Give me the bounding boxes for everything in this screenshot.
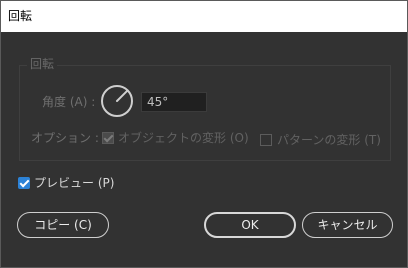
transform-objects-checkbox (102, 132, 114, 144)
window-title: 回転 (8, 9, 33, 23)
angle-input[interactable] (141, 92, 207, 112)
rotate-group-title: 回転 (27, 56, 58, 72)
cancel-button[interactable]: キャンセル (302, 212, 393, 238)
ok-button[interactable]: OK (204, 212, 296, 238)
transform-objects-label: オブジェクトの変形 (O) (118, 131, 249, 145)
angle-label: 角度 (A) : (42, 95, 96, 109)
preview-checkbox[interactable] (18, 177, 30, 189)
title-bar[interactable]: 回転 (1, 1, 407, 32)
angle-dial[interactable] (100, 84, 134, 118)
rotate-dialog: 回転 回転 角度 (A) : オプション : オブジェクトの変形 (O) パター… (0, 0, 408, 268)
preview-label[interactable]: プレビュー (P) (34, 175, 114, 191)
transform-patterns-label: パターンの変形 (T) (277, 133, 381, 147)
transform-patterns-checkbox (260, 134, 272, 146)
copy-button[interactable]: コピー (C) (17, 212, 109, 238)
options-label: オプション : (31, 131, 99, 145)
